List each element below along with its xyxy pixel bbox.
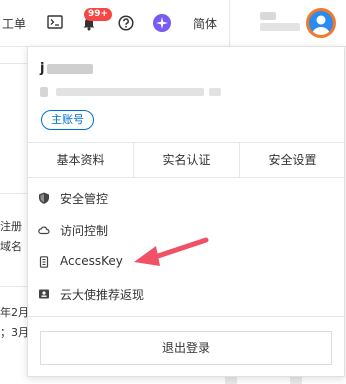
workorder-link[interactable]: 工单 [2,15,26,32]
blurred-account-id [40,87,48,97]
assistant-star-icon[interactable] [153,14,171,32]
background-divider [0,193,27,194]
top-navigation-bar: 工单 99+ 简体 [0,0,346,47]
blurred-account-name [47,64,93,74]
account-name: j [40,61,45,76]
menu-item-label: 访问控制 [60,224,109,238]
menu-item-label: AccessKey [60,254,123,268]
key-icon [39,256,49,268]
background-text: 年2月 [0,306,29,319]
avatar-image [309,11,333,35]
tab-basic-info[interactable]: 基本资料 [28,143,133,177]
blurred-username [260,23,300,31]
language-switch[interactable]: 简体 [193,15,217,32]
background-scroll-block [290,376,302,384]
main-account-tag: 主账号 [41,110,94,130]
background-scroll-block [225,376,237,384]
background-divider [0,63,27,64]
annotation-arrow-icon [134,237,209,266]
menu-item-referral-cashback[interactable]: 云大使推荐返现 [28,279,344,309]
avatar[interactable] [306,8,336,38]
panel-divider [28,316,344,317]
message-count-badge: 99+ [84,8,113,21]
tab-security-settings[interactable]: 安全设置 [239,143,345,177]
terminal-icon[interactable] [47,15,63,29]
menu-item-label: 安全管控 [60,192,109,206]
background-text: 注册 [0,220,22,233]
blurred-username [260,12,276,20]
account-dropdown: j 主账号 基本资料 实名认证 安全设置 安全管控 访问控制 AccessKey [27,46,345,377]
blurred-account-id [209,88,221,96]
cloud-icon [38,226,50,235]
panel-divider [28,177,344,178]
menu-item-security-control[interactable]: 安全管控 [28,183,344,213]
blurred-account-id [56,88,204,96]
shield-icon [39,192,49,204]
id-card-icon [39,289,49,299]
user-icon [312,15,330,35]
logout-button[interactable]: 退出登录 [40,331,332,365]
tab-real-name-verification[interactable]: 实名认证 [133,143,239,177]
help-icon[interactable] [118,15,134,31]
background-text: ；3月 [0,326,29,339]
background-text: 域名 [0,240,22,253]
menu-item-label: 云大使推荐返现 [60,288,145,302]
background-divider [0,286,27,287]
